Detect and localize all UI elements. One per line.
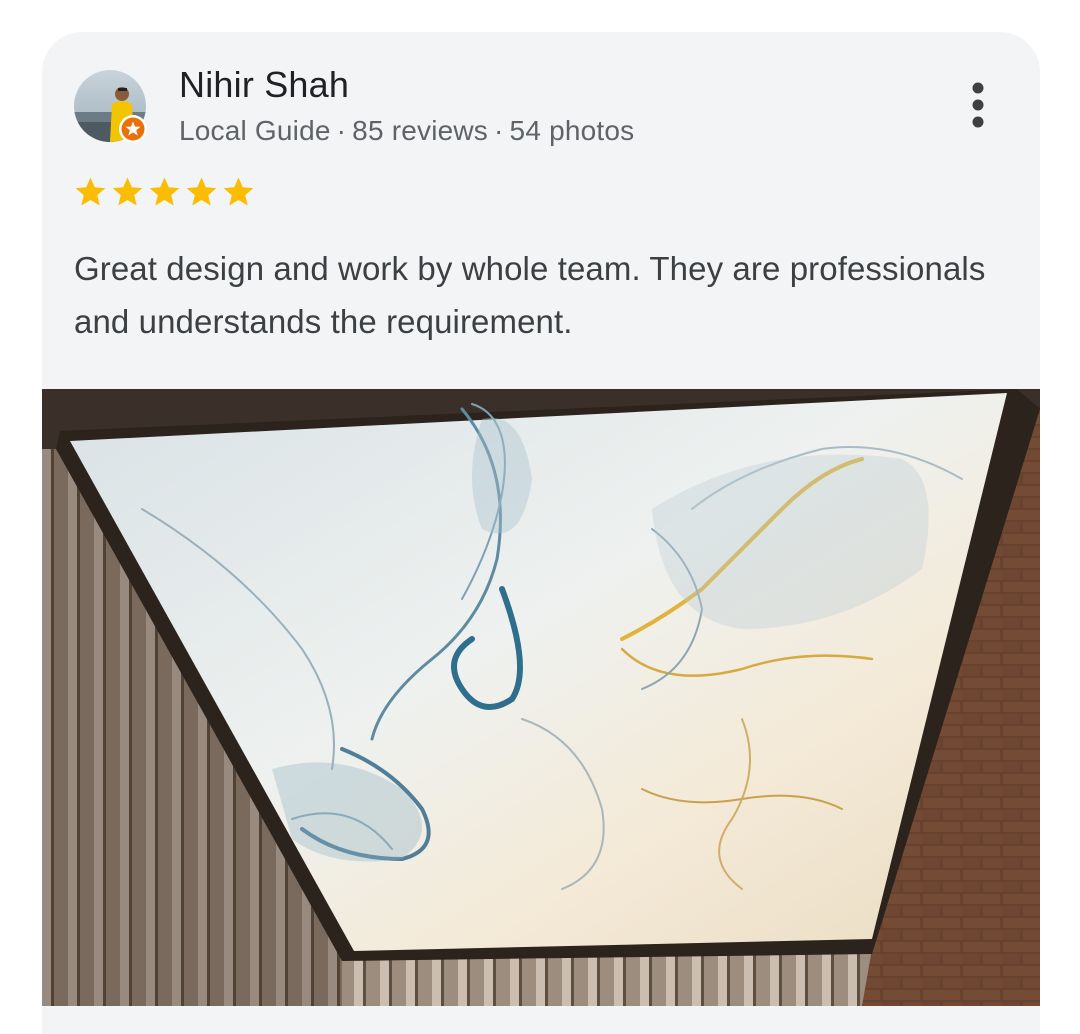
review-photo[interactable]	[42, 389, 1040, 1006]
author-name[interactable]: Nihir Shah	[179, 64, 349, 106]
star-icon	[223, 177, 254, 206]
meta-separator: ·	[336, 115, 347, 146]
ceiling-photo-image	[42, 389, 1040, 1006]
star-icon	[149, 177, 180, 206]
review-text: Great design and work by whole team. The…	[74, 250, 986, 340]
author-avatar[interactable]	[74, 70, 147, 143]
star-icon	[112, 177, 143, 206]
star-icon	[75, 177, 106, 206]
star-icon	[186, 177, 217, 206]
local-guide-badge-icon	[119, 115, 147, 143]
local-guide-label: Local Guide	[179, 115, 331, 146]
reviews-count: 85 reviews	[352, 115, 489, 146]
star-rating	[74, 175, 255, 211]
meta-separator: ·	[494, 115, 504, 146]
photos-count: 54 photos	[509, 115, 635, 146]
review-card: Nihir Shah Local Guide · 85 reviews · 54 pho…	[42, 32, 1040, 1034]
more-vert-icon	[972, 82, 984, 128]
more-options-button[interactable]	[958, 80, 998, 132]
author-meta: Local Guide · 85 reviews · 54 photos	[179, 115, 634, 147]
